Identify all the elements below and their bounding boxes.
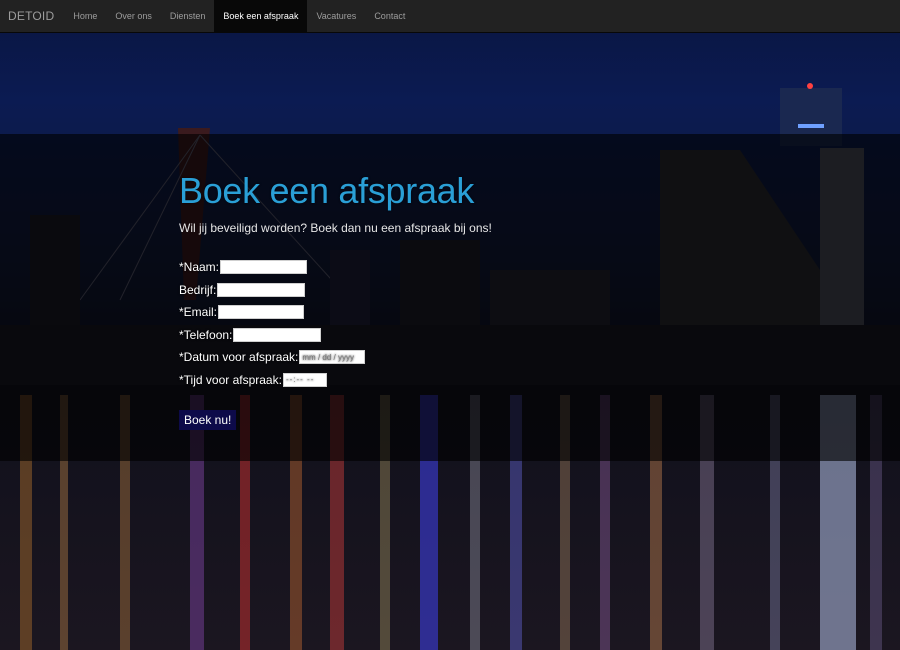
form-row-tijd: *Tijd voor afspraak: --:-- -- (179, 369, 739, 392)
telefoon-label: *Telefoon: (179, 327, 233, 342)
datum-input[interactable]: mm / dd / yyyy (299, 350, 366, 365)
brand-logo[interactable]: DETOID (0, 0, 64, 32)
form-row-bedrijf: Bedrijf: (179, 279, 739, 302)
booking-form: *Naam: Bedrijf: *Email: *Telefoon: *Datu… (179, 256, 739, 430)
top-navbar: DETOID Home Over ons Diensten Boek een a… (0, 0, 900, 33)
form-row-email: *Email: (179, 301, 739, 324)
intro-text: Wil jij beveiligd worden? Boek dan nu ee… (179, 221, 492, 235)
naam-label: *Naam: (179, 260, 220, 275)
form-row-datum: *Datum voor afspraak: mm / dd / yyyy (179, 346, 739, 369)
nav-item-home[interactable]: Home (64, 0, 106, 32)
email-input[interactable] (218, 305, 305, 320)
boek-nu-button[interactable]: Boek nu! (179, 410, 237, 430)
bedrijf-label: Bedrijf: (179, 282, 217, 297)
bedrijf-input[interactable] (217, 282, 306, 297)
nav-item-diensten[interactable]: Diensten (161, 0, 215, 32)
page-title: Boek een afspraak (179, 170, 475, 211)
telefoon-input[interactable] (233, 327, 322, 342)
form-row-naam: *Naam: (179, 256, 739, 279)
nav-item-contact[interactable]: Contact (365, 0, 414, 32)
datum-label: *Datum voor afspraak: (179, 350, 299, 365)
booking-section: Boek een afspraak Wil jij beveiligd word… (179, 168, 739, 430)
nav-item-over-ons[interactable]: Over ons (106, 0, 161, 32)
nav-item-boek-een-afspraak[interactable]: Boek een afspraak (214, 0, 308, 32)
nav-item-vacatures[interactable]: Vacatures (307, 0, 365, 32)
email-label: *Email: (179, 305, 218, 320)
tijd-input[interactable]: --:-- -- (282, 372, 327, 387)
naam-input[interactable] (220, 260, 308, 275)
form-row-telefoon: *Telefoon: (179, 324, 739, 347)
tijd-label: *Tijd voor afspraak: (179, 372, 282, 387)
